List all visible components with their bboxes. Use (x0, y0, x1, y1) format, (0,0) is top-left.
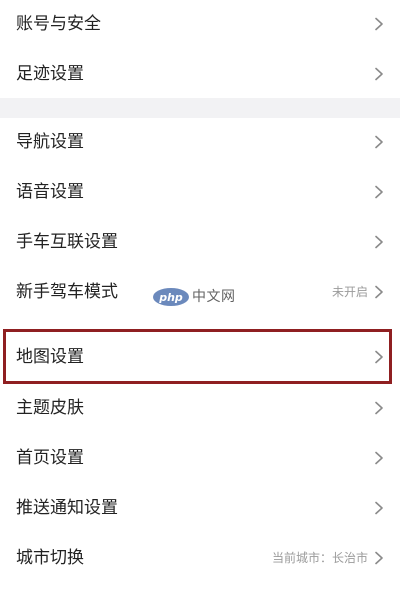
settings-item-current-city: 当前城市：长治市 (271, 551, 368, 565)
chevron-right-icon (372, 135, 386, 149)
settings-item-label: 首页设置 (16, 447, 84, 468)
chevron-right-icon (372, 350, 386, 364)
settings-item-label: 推送通知设置 (16, 497, 118, 518)
settings-item-push-notifications[interactable]: 推送通知设置 (0, 484, 400, 532)
settings-item-phone-car-link[interactable]: 手车互联设置 (0, 218, 400, 266)
chevron-right-icon (372, 67, 386, 81)
settings-item-map[interactable]: 地图设置 (0, 333, 400, 381)
settings-item-voice[interactable]: 语音设置 (0, 168, 400, 216)
settings-item-label: 城市切换 (16, 547, 84, 568)
settings-item-theme-skin[interactable]: 主题皮肤 (0, 384, 400, 432)
settings-group-main: 导航设置 语音设置 手车互联设置 新手驾车模式 未开启 地图设置 主题皮肤 首页… (0, 118, 400, 593)
settings-item-label: 足迹设置 (16, 63, 84, 84)
chevron-right-icon (372, 501, 386, 515)
settings-item-footprint[interactable]: 足迹设置 (0, 50, 400, 98)
chevron-right-icon (372, 285, 386, 299)
settings-item-label: 手车互联设置 (16, 231, 118, 252)
chevron-right-icon (372, 17, 386, 31)
settings-item-label: 主题皮肤 (16, 397, 84, 418)
settings-group-account: 账号与安全 足迹设置 (0, 0, 400, 98)
settings-item-label: 地图设置 (16, 346, 84, 367)
settings-item-novice-driving-mode[interactable]: 新手驾车模式 未开启 (0, 268, 400, 316)
settings-item-city-switch[interactable]: 城市切换 当前城市：长治市 (0, 534, 400, 582)
chevron-right-icon (372, 551, 386, 565)
settings-item-account-security[interactable]: 账号与安全 (0, 0, 400, 48)
chevron-right-icon (372, 451, 386, 465)
settings-item-label: 账号与安全 (16, 13, 101, 34)
settings-item-label: 语音设置 (16, 181, 84, 202)
chevron-right-icon (372, 185, 386, 199)
settings-item-label: 导航设置 (16, 131, 84, 152)
settings-item-status: 未开启 (331, 285, 368, 299)
settings-item-label: 新手驾车模式 (16, 281, 118, 302)
settings-item-home-page[interactable]: 首页设置 (0, 434, 400, 482)
chevron-right-icon (372, 401, 386, 415)
chevron-right-icon (372, 235, 386, 249)
settings-item-navigation[interactable]: 导航设置 (0, 118, 400, 166)
